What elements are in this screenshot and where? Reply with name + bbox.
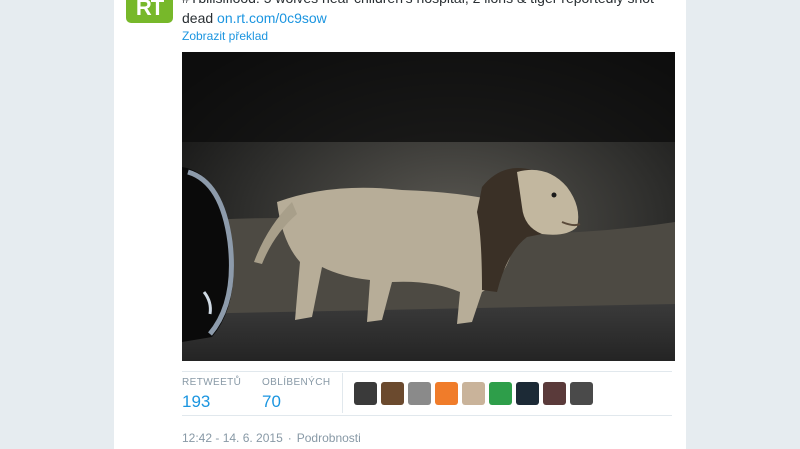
favoriter-avatar-5[interactable]: [462, 382, 485, 405]
favoriter-avatar-2[interactable]: [381, 382, 404, 405]
tweet-meta: 12:42 - 14. 6. 2015 · Podrobnosti: [182, 431, 361, 445]
translate-link[interactable]: Zobrazit překlad: [182, 29, 268, 43]
favoriter-avatar-1[interactable]: [354, 382, 377, 405]
favoriter-avatar-7[interactable]: [516, 382, 539, 405]
stats-divider-bottom: [182, 415, 672, 416]
rt-avatar[interactable]: RT: [126, 0, 173, 23]
retweets-count: 193: [182, 392, 211, 411]
meta-separator: ·: [287, 431, 292, 445]
tweet-text-line-1: #Tbilisiflood: 5 wolves near children's …: [182, 0, 672, 8]
rt-logo-text: RT: [135, 0, 164, 20]
favoriter-avatar-8[interactable]: [543, 382, 566, 405]
tweet-timestamp[interactable]: 12:42 - 14. 6. 2015: [182, 431, 283, 445]
likes-label: OBLÍBENÝCH: [262, 377, 331, 388]
retweets-stat[interactable]: RETWEETŮ 193: [182, 377, 241, 413]
favoriter-avatar-6[interactable]: [489, 382, 512, 405]
stats-separator: [342, 373, 343, 413]
favoriter-avatar-4[interactable]: [435, 382, 458, 405]
tweet-text: #Tbilisiflood: 5 wolves near children's …: [182, 0, 672, 28]
favoriter-avatar-3[interactable]: [408, 382, 431, 405]
tweet-text-line-2: dead on.rt.com/0c9sow: [182, 8, 672, 28]
tweet-media-photo[interactable]: [182, 52, 675, 361]
retweets-label: RETWEETŮ: [182, 377, 242, 388]
details-link[interactable]: Podrobnosti: [297, 431, 361, 445]
stats-divider-top: [182, 371, 672, 372]
likes-stat[interactable]: OBLÍBENÝCH 70: [262, 377, 330, 413]
lion-photo: [182, 52, 675, 361]
tweet-card: RT #Tbilisiflood: 5 wolves near children…: [114, 0, 686, 449]
favoriter-avatar-9[interactable]: [570, 382, 593, 405]
tweet-text-line-2-prefix: dead: [182, 10, 218, 26]
favoriters-list: [354, 382, 593, 405]
likes-count: 70: [262, 392, 281, 411]
tweet-link[interactable]: on.rt.com/0c9sow: [217, 10, 327, 26]
